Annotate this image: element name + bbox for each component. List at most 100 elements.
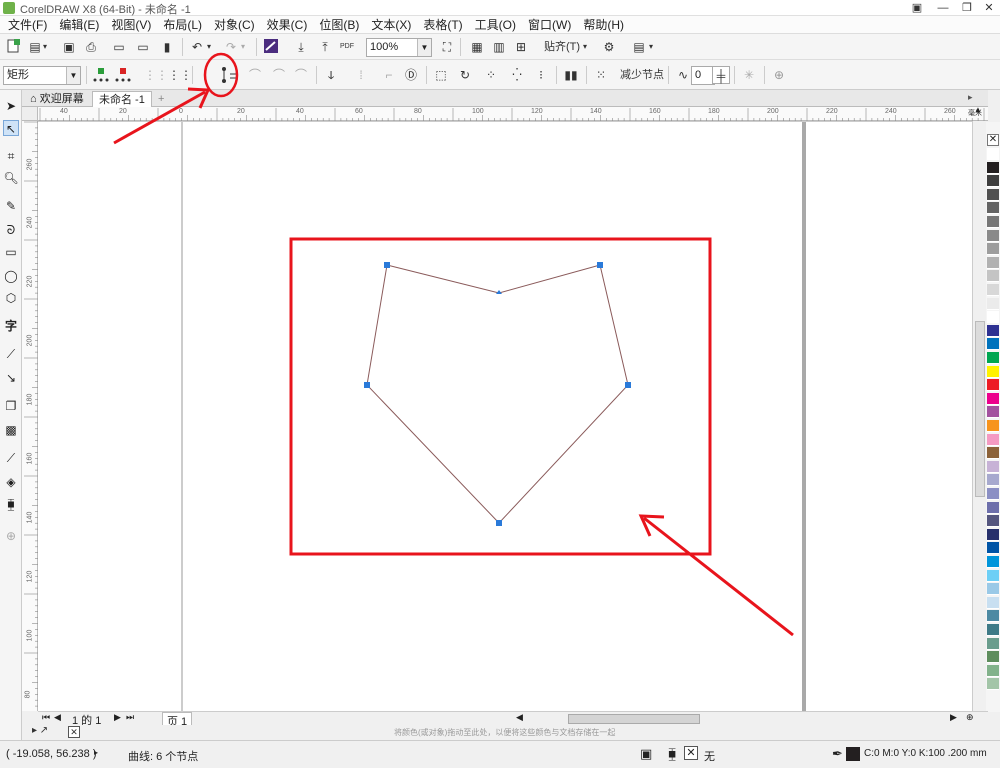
ellipse-tool-icon[interactable]: ◯ (3, 268, 19, 284)
elastic-mode-icon[interactable]: ▮▮ (562, 66, 580, 84)
extend-curve-icon[interactable]: ⁞ (352, 66, 370, 84)
zoom-level-select[interactable]: 100% ▼ (366, 38, 432, 57)
rotate-nodes-icon[interactable]: ↻ (456, 66, 474, 84)
parallel-dimension-icon[interactable]: ⟋ (3, 346, 19, 362)
maximize-button[interactable]: ❐ (956, 0, 978, 16)
color-swatch[interactable] (987, 678, 999, 691)
align-nodes-icon[interactable]: ⁘ (482, 66, 500, 84)
text-tool-icon[interactable]: 字 (3, 318, 19, 334)
convert-to-curve-icon[interactable]: ⌒ (246, 66, 264, 84)
import-arrow-icon[interactable]: ⤓ (292, 38, 310, 56)
color-swatch[interactable] (987, 583, 999, 596)
show-grid-icon[interactable]: ▥ (490, 38, 508, 56)
fill-bucket-icon[interactable]: ⧯ (668, 746, 676, 762)
add-tool-icon[interactable]: ⊕ (3, 528, 19, 544)
no-color-swatch[interactable]: ✕ (987, 134, 999, 146)
launcher-dropdown-icon[interactable]: ▾ (646, 38, 656, 56)
color-swatch[interactable] (987, 406, 999, 419)
color-swatch[interactable] (987, 243, 999, 256)
smart-fill-icon[interactable]: ⧯ (3, 496, 19, 512)
first-page-icon[interactable]: ⏮ (42, 712, 50, 723)
drop-shadow-icon[interactable]: ❐ (3, 398, 19, 414)
color-swatch[interactable] (987, 488, 999, 500)
color-swatch[interactable] (987, 637, 999, 650)
curve-node[interactable] (496, 520, 502, 526)
color-swatch[interactable] (987, 392, 999, 405)
snap-dropdown-icon[interactable]: ▾ (580, 38, 590, 56)
vertical-scrollbar[interactable]: ▲ (972, 105, 986, 711)
color-swatch[interactable] (987, 175, 999, 188)
color-swatch[interactable] (987, 352, 999, 364)
minimize-button[interactable]: — (932, 0, 954, 16)
gear-icon[interactable]: ⚙ (600, 38, 618, 56)
paste-icon[interactable]: ▮ (158, 38, 176, 56)
color-swatch[interactable] (987, 148, 999, 160)
connector-tool-icon[interactable]: ↘ (3, 370, 19, 386)
zoom-navigator-icon[interactable]: ⊕ (966, 712, 974, 723)
color-swatch[interactable] (987, 365, 999, 378)
color-swatch[interactable] (987, 270, 999, 283)
no-fill-icon[interactable]: ✕ (684, 746, 698, 760)
publish-pdf-icon[interactable]: PDF (338, 38, 356, 56)
curve-node[interactable] (364, 382, 370, 388)
pick-tool-icon[interactable]: ➤ (3, 98, 19, 114)
last-page-icon[interactable]: ⏭ (126, 712, 134, 723)
snap-to-button[interactable]: 贴齐(T) (540, 38, 584, 56)
show-guidelines-icon[interactable]: ⊞ (512, 38, 530, 56)
curve-node[interactable] (384, 262, 390, 268)
print-icon[interactable]: ⎙ (82, 38, 100, 56)
color-swatch[interactable] (987, 433, 999, 446)
color-swatch[interactable] (987, 379, 999, 392)
open-dropdown-icon[interactable]: ▾ (40, 38, 50, 56)
color-swatch[interactable] (987, 161, 999, 174)
menu-edit[interactable]: 编辑(E) (53, 16, 105, 34)
color-swatch[interactable] (987, 515, 999, 528)
vertical-ruler[interactable]: 260 240 220 200 180 160 140 120 100 80 (22, 121, 38, 711)
menu-effects[interactable]: 效果(C) (261, 16, 314, 34)
close-button[interactable]: ✕ (978, 0, 1000, 16)
full-screen-icon[interactable]: ⛶ (438, 38, 456, 56)
select-nodes-icon[interactable]: ✳ (740, 66, 758, 84)
undo-dropdown-icon[interactable]: ▾ (204, 38, 214, 56)
add-toolbar-icon[interactable]: ⊕ (770, 66, 788, 84)
scroll-right-icon[interactable]: ▶ (950, 712, 957, 723)
mirror-vertical-icon[interactable]: ⁝ (532, 66, 550, 84)
color-swatch[interactable] (987, 256, 999, 269)
restore-icon[interactable]: ▣ (906, 0, 928, 16)
add-node-icon[interactable] (92, 66, 110, 84)
export-arrow-icon[interactable]: ⤒ (316, 38, 334, 56)
tab-scroll-icon[interactable]: ▸ (968, 92, 973, 103)
menu-window[interactable]: 窗口(W) (522, 16, 577, 34)
object-type-select[interactable]: 矩形 ▼ (3, 66, 81, 85)
crop-tool-icon[interactable]: ⌗ (3, 148, 19, 164)
delete-node-icon[interactable] (114, 66, 132, 84)
search-content-icon[interactable] (262, 38, 280, 56)
new-tab-button[interactable]: + (152, 91, 170, 107)
palette-menu-icon[interactable]: ▸ ↗ (32, 725, 48, 736)
color-swatch[interactable] (987, 420, 999, 432)
drawing-canvas[interactable] (38, 121, 972, 711)
outline-color-swatch[interactable] (846, 747, 860, 761)
status-expand-icon[interactable]: ▸ (94, 748, 98, 757)
break-curve-icon[interactable]: ⋮⋮ (168, 66, 192, 84)
redo-dropdown-icon[interactable]: ▾ (238, 38, 248, 56)
color-swatch[interactable] (987, 311, 999, 324)
color-swatch[interactable] (987, 542, 999, 555)
scroll-up-icon[interactable]: ▲ (974, 105, 982, 114)
color-swatch[interactable] (987, 460, 999, 473)
extract-subpath-icon[interactable]: ⌐ (380, 66, 398, 84)
smooth-node-icon[interactable]: ⌒ (292, 66, 310, 84)
vertical-scroll-thumb[interactable] (975, 321, 985, 497)
horizontal-scroll-thumb[interactable] (568, 714, 700, 724)
color-swatch[interactable] (987, 664, 999, 677)
curve-node[interactable] (625, 382, 631, 388)
prev-page-icon[interactable]: ◀ (54, 712, 61, 723)
zoom-tool-icon[interactable]: 🔍︎ (3, 170, 19, 186)
color-proof-icon[interactable]: ▣ (640, 746, 652, 762)
eyedropper-icon[interactable]: ⟋ (3, 450, 19, 466)
polygon-tool-icon[interactable]: ⬡ (3, 290, 19, 306)
color-swatch[interactable] (987, 474, 999, 487)
tab-document[interactable]: 未命名 -1 (92, 91, 152, 107)
color-swatch[interactable] (987, 624, 999, 636)
new-document-icon[interactable] (4, 38, 22, 56)
